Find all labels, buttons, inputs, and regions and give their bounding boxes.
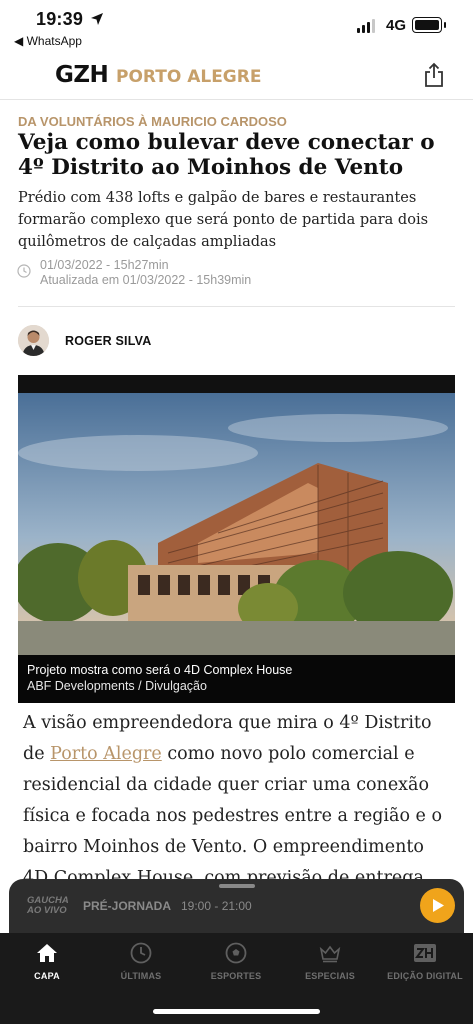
program-name: PRÉ-JORNADA xyxy=(83,899,172,913)
status-time: 19:39 xyxy=(36,9,84,29)
author-name[interactable]: ROGER SILVA xyxy=(65,334,151,348)
radio-mini-player[interactable]: GAUCHA AO VIVO PRÉ-JORNADA 19:00 - 21:00 xyxy=(9,879,464,933)
play-button[interactable] xyxy=(420,888,455,923)
program-hours: 19:00 - 21:00 xyxy=(181,899,252,913)
home-indicator[interactable] xyxy=(153,1009,320,1014)
divider xyxy=(18,306,455,307)
article-photo[interactable]: Projeto mostra como será o 4D Complex Ho… xyxy=(18,375,455,703)
tab-label: EDIÇÃO DIGITAL xyxy=(387,971,463,981)
tab-label: ÚLTIMAS xyxy=(120,971,162,981)
photo-credit: ABF Developments / Divulgação xyxy=(27,679,207,693)
section-title: PORTO ALEGRE xyxy=(116,67,262,87)
tab-especiais[interactable]: ESPECIAIS xyxy=(283,941,377,981)
location-arrow-icon xyxy=(91,13,103,25)
cell-signal-icon xyxy=(357,19,375,33)
article-subhead: Prédio com 438 lofts e galpão de bares e… xyxy=(18,190,429,250)
status-bar: 19:39 ◀ WhatsApp 4G xyxy=(0,0,473,54)
porto-alegre-link[interactable]: Porto Alegre xyxy=(50,744,162,764)
tab-capa[interactable]: CAPA xyxy=(0,941,94,981)
caption-text: Projeto mostra como será o 4D Complex Ho… xyxy=(27,663,293,677)
tab-label: ESPECIAIS xyxy=(305,971,355,981)
tab-edicao-digital[interactable]: EDIÇÃO DIGITAL xyxy=(378,941,472,981)
author-avatar[interactable] xyxy=(18,325,49,356)
published-date: 01/03/2022 - 15h27min xyxy=(40,258,169,272)
building-rendering-image xyxy=(18,393,455,655)
player-drag-handle[interactable] xyxy=(219,884,255,888)
app-header: GZH PORTO ALEGRE xyxy=(0,54,473,100)
tab-ultimas[interactable]: ÚLTIMAS xyxy=(94,941,188,981)
article-headline: Veja como bulevar deve conectar o 4º Dis… xyxy=(18,130,435,180)
tab-label: CAPA xyxy=(34,971,60,981)
play-icon xyxy=(433,899,444,912)
network-type: 4G xyxy=(386,17,407,34)
gzh-logo[interactable]: GZH xyxy=(55,62,109,88)
article-dates: 01/03/2022 - 15h27min Atualizada em 01/0… xyxy=(40,258,251,288)
zh-edition-icon xyxy=(414,944,436,962)
clock-icon xyxy=(17,264,31,278)
home-icon xyxy=(37,944,57,962)
tab-label: ESPORTES xyxy=(210,971,262,981)
clock-icon xyxy=(130,942,152,964)
gaucha-ao-vivo-logo: GAUCHA AO VIVO xyxy=(27,895,69,916)
tab-esportes[interactable]: ESPORTES xyxy=(189,941,283,981)
battery-icon xyxy=(412,17,446,33)
article-kicker: DA VOLUNTÁRIOS À MAURICIO CARDOSO xyxy=(18,114,287,129)
updated-date: Atualizada em 01/03/2022 - 15h39min xyxy=(40,273,252,287)
soccer-ball-icon xyxy=(225,942,247,964)
photo-caption: Projeto mostra como será o 4D Complex Ho… xyxy=(18,655,455,703)
crown-icon xyxy=(319,945,341,963)
share-icon[interactable] xyxy=(423,62,445,88)
back-to-whatsapp-link[interactable]: ◀ WhatsApp xyxy=(14,34,82,48)
